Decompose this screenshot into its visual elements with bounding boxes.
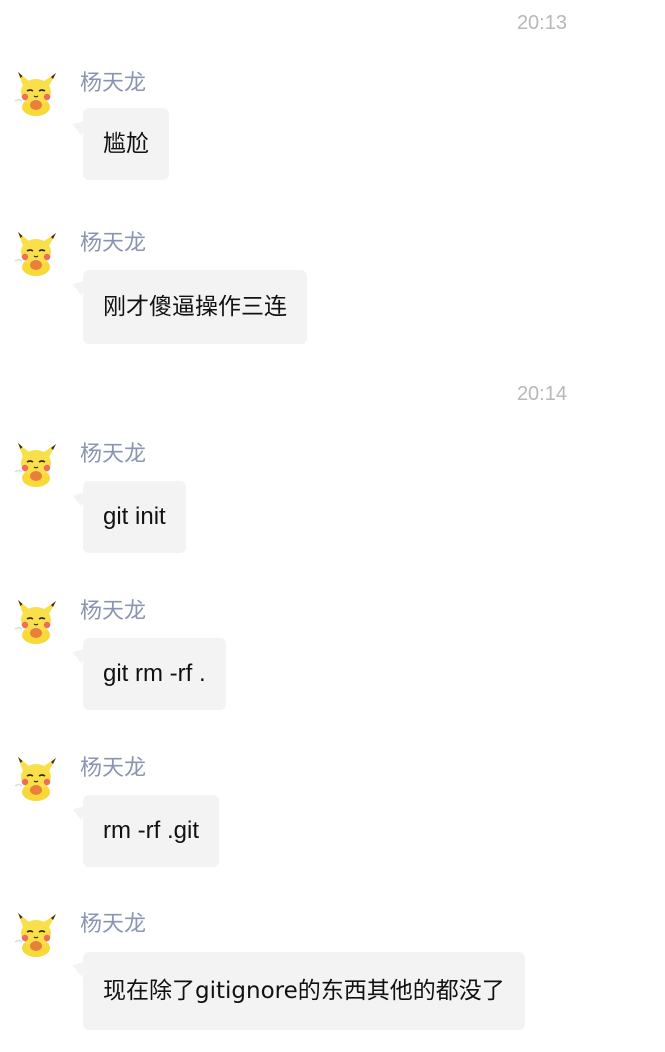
pikachu-avatar-icon[interactable] [12, 230, 60, 278]
timestamp: 20:14 [516, 383, 567, 405]
pikachu-avatar-icon[interactable] [12, 755, 60, 803]
sender-name: 杨天龙 [80, 599, 147, 624]
chat-history: 20:13 杨天龙 尴尬 杨天龙 刚才傻逼操作三连 20:14 杨天龙 git … [0, 0, 665, 1052]
timestamp: 20:13 [516, 12, 567, 34]
message-bubble: 尴尬 [83, 108, 169, 180]
sender-name: 杨天龙 [80, 912, 147, 937]
pikachu-avatar-icon[interactable] [12, 911, 60, 959]
sender-name: 杨天龙 [80, 442, 147, 467]
sender-name: 杨天龙 [80, 231, 147, 256]
message-bubble: git init [83, 481, 186, 553]
message-bubble: rm -rf .git [83, 795, 219, 867]
message-bubble: git rm -rf . [83, 638, 226, 710]
message-bubble: 现在除了gitignore的东西其他的都没了 [83, 952, 525, 1030]
pikachu-avatar-icon[interactable] [12, 598, 60, 646]
sender-name: 杨天龙 [80, 71, 147, 96]
sender-name: 杨天龙 [80, 756, 147, 781]
pikachu-avatar-icon[interactable] [12, 441, 60, 489]
message-bubble: 刚才傻逼操作三连 [83, 270, 307, 344]
pikachu-avatar-icon[interactable] [12, 70, 60, 118]
